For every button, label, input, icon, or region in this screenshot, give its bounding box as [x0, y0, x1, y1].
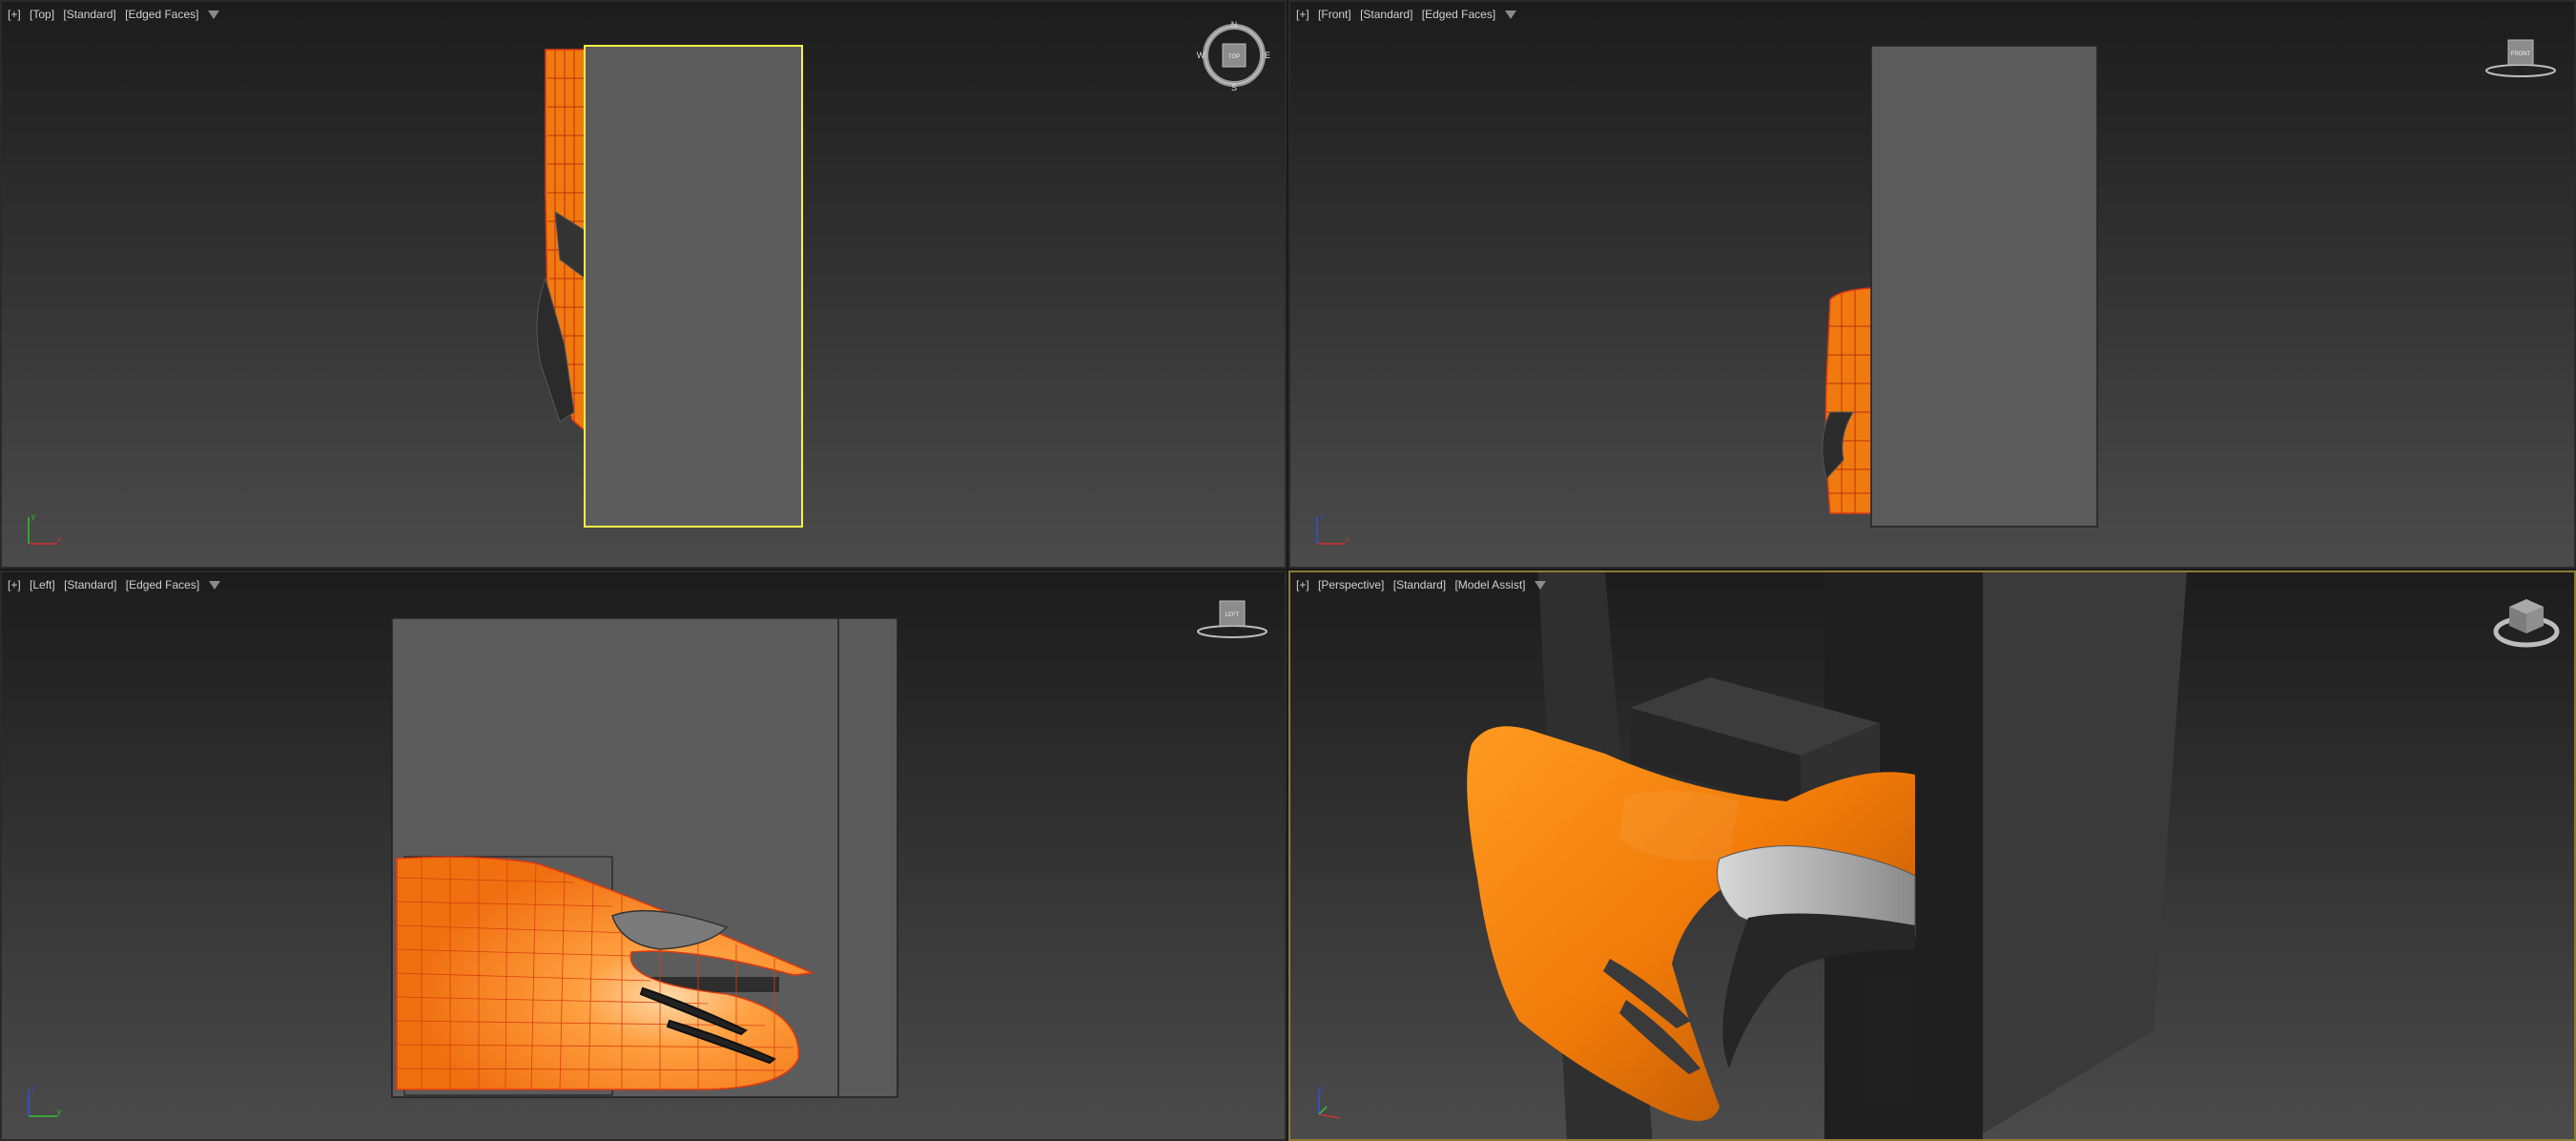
lower-block-persp: [1863, 973, 1915, 1107]
viewcube-perspective[interactable]: [2488, 590, 2565, 656]
svg-text:z: z: [1320, 1085, 1324, 1093]
filter-icon[interactable]: [1504, 10, 1516, 20]
viewport-top[interactable]: [+] [Top] [Standard] [Edged Faces] TOP N: [0, 0, 1287, 569]
viewport-top-label: [+] [Top] [Standard] [Edged Faces]: [8, 8, 219, 21]
svg-text:E: E: [1265, 51, 1270, 60]
viewport-point-of-view[interactable]: [Perspective]: [1318, 578, 1384, 591]
axis-tripod-left: y z: [28, 1085, 61, 1117]
viewport-menu-plus[interactable]: [+]: [8, 578, 21, 591]
axis-tripod-front: x z: [1316, 512, 1350, 545]
viewport-point-of-view[interactable]: [Front]: [1318, 8, 1351, 21]
box-front[interactable]: [1870, 45, 2098, 528]
viewcube[interactable]: LEFT: [1194, 591, 1270, 649]
perspective-scene: [1467, 572, 2187, 1141]
svg-text:y: y: [57, 1108, 61, 1116]
viewport-point-of-view[interactable]: [Left]: [30, 578, 55, 591]
axis-tripod-top: x y: [28, 512, 61, 545]
selected-box-top[interactable]: [584, 45, 803, 528]
svg-text:W: W: [1197, 51, 1206, 60]
left-scene: [391, 617, 898, 1098]
svg-text:FRONT: FRONT: [2511, 52, 2531, 57]
viewport-shading-standard[interactable]: [Standard]: [64, 578, 116, 591]
svg-text:z: z: [1320, 512, 1324, 521]
front-scene: [1822, 45, 2098, 528]
viewcube[interactable]: FRONT: [2483, 31, 2559, 88]
viewport-display-mode[interactable]: [Edged Faces]: [126, 578, 199, 591]
svg-text:N: N: [1231, 20, 1238, 30]
model-wire-front[interactable]: [1824, 287, 1872, 514]
viewport-menu-plus[interactable]: [+]: [1296, 8, 1309, 21]
viewport-display-mode[interactable]: [Edged Faces]: [125, 8, 198, 21]
svg-text:S: S: [1231, 83, 1237, 93]
viewport-left[interactable]: [+] [Left] [Standard] [Edged Faces] LEFT…: [0, 570, 1287, 1141]
svg-text:y: y: [31, 512, 35, 521]
viewport-front[interactable]: [+] [Front] [Standard] [Edged Faces] FRO…: [1288, 0, 2576, 569]
svg-text:x: x: [1346, 535, 1350, 544]
viewport-perspective[interactable]: [+] [Perspective] [Standard] [Model Assi…: [1288, 570, 2576, 1141]
filter-icon[interactable]: [208, 581, 220, 591]
svg-text:x: x: [57, 535, 61, 544]
viewport-shading-standard[interactable]: [Standard]: [63, 8, 115, 21]
viewport-left-label: [+] [Left] [Standard] [Edged Faces]: [8, 578, 220, 591]
viewport-menu-plus[interactable]: [+]: [1296, 578, 1309, 591]
viewport-menu-plus[interactable]: [+]: [8, 8, 21, 21]
axis-tripod-perspective: z: [1318, 1085, 1341, 1119]
viewport-perspective-label: [+] [Perspective] [Standard] [Model Assi…: [1296, 578, 1546, 591]
viewport-shading-standard[interactable]: [Standard]: [1393, 578, 1446, 591]
viewcube-compass[interactable]: TOP N S E W: [1196, 19, 1272, 95]
viewport-display-mode[interactable]: [Model Assist]: [1454, 578, 1525, 591]
viewport-display-mode[interactable]: [Edged Faces]: [1422, 8, 1495, 21]
svg-text:TOP: TOP: [1228, 54, 1240, 60]
svg-text:LEFT: LEFT: [1226, 612, 1240, 618]
svg-text:z: z: [31, 1085, 35, 1093]
box-persp-right-face[interactable]: [1968, 572, 2187, 1141]
filter-icon[interactable]: [1534, 581, 1546, 591]
filter-icon[interactable]: [207, 10, 219, 20]
viewport-shading-standard[interactable]: [Standard]: [1360, 8, 1412, 21]
viewport-point-of-view[interactable]: [Top]: [30, 8, 54, 21]
viewport-front-label: [+] [Front] [Standard] [Edged Faces]: [1296, 8, 1516, 21]
top-scene: [536, 45, 803, 528]
